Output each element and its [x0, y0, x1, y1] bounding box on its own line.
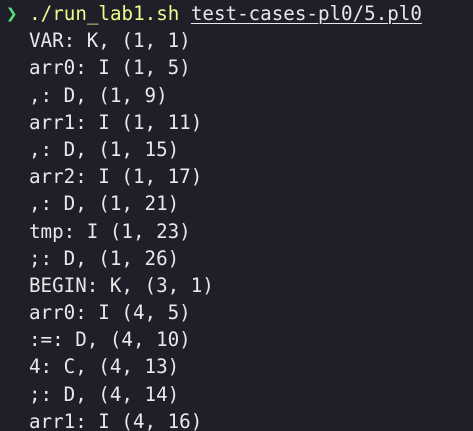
output-line: ;: D, (4, 14): [29, 382, 180, 406]
command-text: ./run_lab1.sh: [29, 2, 180, 25]
terminal-output: VAR: K, (1, 1) arr0: I (1, 5) ,: D, (1, …: [6, 27, 473, 431]
output-line: arr1: I (1, 11): [29, 110, 203, 134]
output-line: arr2: I (1, 17): [29, 165, 203, 189]
output-line: ,: D, (1, 21): [29, 192, 180, 216]
output-line: arr1: I (4, 16): [29, 409, 203, 431]
output-line: arr0: I (1, 5): [29, 56, 191, 80]
output-line: 4: C, (4, 13): [29, 355, 180, 379]
output-line: :=: D, (4, 10): [29, 328, 191, 352]
output-line: BEGIN: K, (3, 1): [29, 273, 214, 297]
output-line: arr0: I (4, 5): [29, 301, 191, 325]
output-line: ,: D, (1, 9): [29, 83, 168, 107]
command-argument-path[interactable]: test-cases-pl0/5.pl0: [191, 2, 422, 25]
output-line: tmp: I (1, 23): [29, 219, 191, 243]
output-line: VAR: K, (1, 1): [29, 29, 191, 53]
prompt-chevron-icon: ❯: [6, 2, 18, 25]
terminal-window[interactable]: ❯ ./run_lab1.sh test-cases-pl0/5.pl0 VAR…: [0, 0, 473, 431]
output-line: ;: D, (1, 26): [29, 246, 180, 270]
prompt-line: ❯ ./run_lab1.sh test-cases-pl0/5.pl0: [6, 0, 473, 27]
output-line: ,: D, (1, 15): [29, 137, 180, 161]
